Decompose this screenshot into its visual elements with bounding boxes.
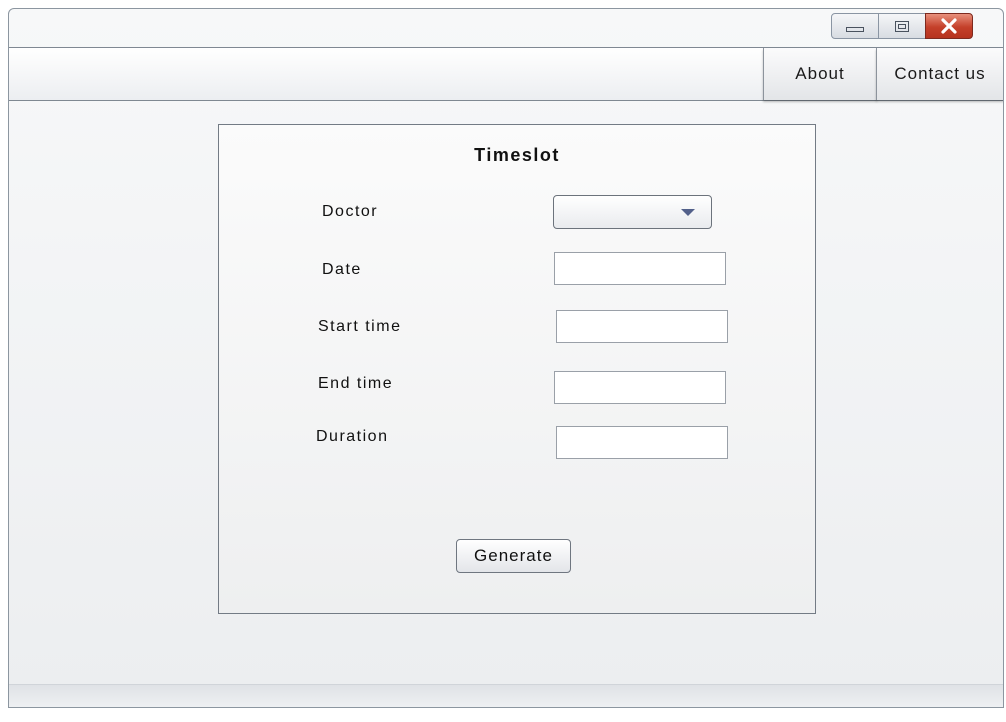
about-button[interactable]: About (763, 48, 877, 100)
title-bar (9, 9, 1003, 47)
end-time-input[interactable] (554, 371, 726, 404)
generate-button[interactable]: Generate (456, 539, 571, 573)
timeslot-form: Timeslot Doctor Date Start time End time… (218, 124, 816, 614)
form-title: Timeslot (474, 145, 560, 165)
start-time-label: Start time (318, 318, 402, 335)
date-input[interactable] (554, 252, 726, 285)
doctor-label: Doctor (322, 203, 379, 220)
menu-bar: About Contact us (9, 47, 1003, 101)
app-window: About Contact us Timeslot Doctor Date St… (8, 8, 1004, 708)
doctor-select[interactable] (553, 195, 712, 229)
close-icon (941, 18, 957, 34)
status-bar (9, 684, 1003, 707)
chevron-down-icon (681, 209, 695, 216)
minimize-button[interactable] (831, 13, 879, 39)
minimize-icon (846, 26, 864, 32)
close-button[interactable] (925, 13, 973, 39)
maximize-button[interactable] (878, 13, 926, 39)
date-label: Date (322, 261, 362, 278)
start-time-input[interactable] (556, 310, 728, 343)
end-time-label: End time (318, 375, 394, 392)
maximize-icon (895, 20, 909, 32)
contact-us-button[interactable]: Contact us (876, 48, 1003, 100)
duration-input[interactable] (556, 426, 728, 459)
duration-label: Duration (316, 428, 389, 445)
